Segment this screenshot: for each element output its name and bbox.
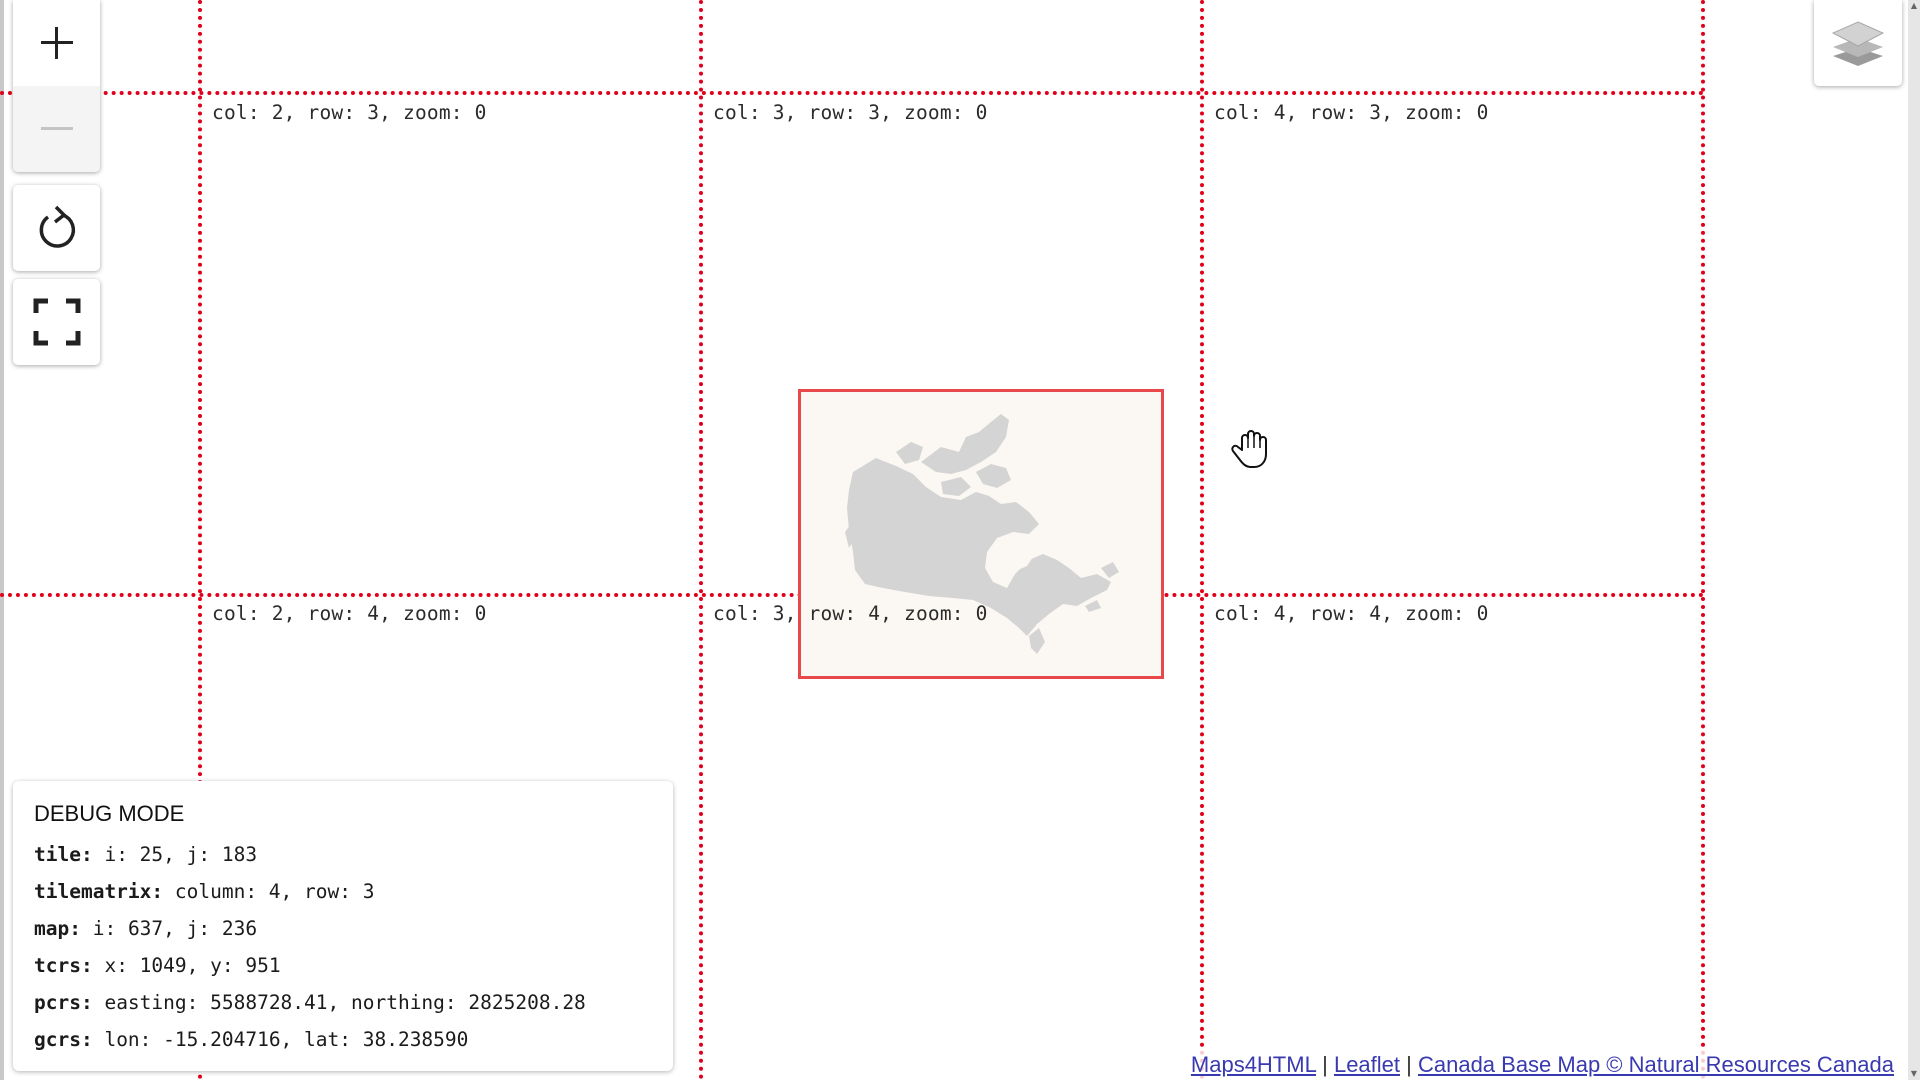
layers-icon (1831, 21, 1885, 66)
fullscreen-button[interactable] (13, 279, 100, 365)
hand-cursor-icon (1230, 428, 1270, 475)
debug-row-tile: tile: i: 25, j: 183 (34, 843, 257, 866)
minus-icon (40, 127, 73, 130)
debug-value: i: 637, j: 236 (92, 917, 258, 940)
tile-label: col: 3, row: 3, zoom: 0 (713, 101, 988, 124)
scrollbar[interactable]: ▲ ▼ (1908, 0, 1920, 1080)
debug-row-pcrs: pcrs: easting: 5588728.41, northing: 282… (34, 991, 586, 1014)
maps4html-link[interactable]: Maps4HTML (1191, 1052, 1316, 1077)
tile-grid-line (1200, 0, 1204, 1080)
plus-icon (40, 27, 73, 59)
left-edge (0, 0, 4, 1080)
reload-button[interactable] (13, 185, 100, 271)
zoom-in-button[interactable] (13, 0, 100, 87)
debug-key: gcrs: (34, 1028, 93, 1051)
tile-label: col: 3, row: 4, zoom: 0 (713, 602, 988, 625)
tile-label: col: 4, row: 4, zoom: 0 (1214, 602, 1489, 625)
tile-label: col: 2, row: 3, zoom: 0 (212, 101, 487, 124)
debug-value: column: 4, row: 3 (174, 880, 375, 903)
attribution-separator: | (1400, 1052, 1418, 1077)
debug-key: tilematrix: (34, 880, 164, 903)
canada-base-map-link[interactable]: Canada Base Map © Natural Resources Cana… (1418, 1052, 1894, 1077)
extent-preview (798, 389, 1164, 679)
debug-value: i: 25, j: 183 (104, 843, 258, 866)
fullscreen-icon (33, 298, 80, 346)
attribution-separator: | (1316, 1052, 1334, 1077)
debug-panel: DEBUG MODE tile: i: 25, j: 183 tilematri… (13, 781, 673, 1071)
debug-row-gcrs: gcrs: lon: -15.204716, lat: 38.238590 (34, 1028, 468, 1051)
zoom-out-button[interactable] (13, 86, 100, 172)
debug-value: easting: 5588728.41, northing: 2825208.2… (104, 991, 586, 1014)
debug-row-map: map: i: 637, j: 236 (34, 917, 257, 940)
reload-icon (39, 205, 75, 248)
debug-row-tilematrix: tilematrix: column: 4, row: 3 (34, 880, 374, 903)
tile-grid-line (1701, 0, 1705, 1080)
tile-label: col: 2, row: 4, zoom: 0 (212, 602, 487, 625)
map-viewport[interactable]: col: 2, row: 3, zoom: 0 col: 3, row: 3, … (0, 0, 1920, 1080)
scroll-down-arrow-icon[interactable]: ▼ (1908, 1068, 1920, 1080)
attribution: Maps4HTML | Leaflet | Canada Base Map © … (1186, 1050, 1898, 1080)
leaflet-link[interactable]: Leaflet (1334, 1052, 1400, 1077)
canada-land-shape (845, 414, 1119, 654)
tile-grid-line (699, 0, 703, 1080)
debug-key: pcrs: (34, 991, 93, 1014)
debug-key: tcrs: (34, 954, 93, 977)
tile-grid-line (0, 91, 1705, 95)
debug-row-tcrs: tcrs: x: 1049, y: 951 (34, 954, 281, 977)
debug-value: lon: -15.204716, lat: 38.238590 (104, 1028, 469, 1051)
debug-title: DEBUG MODE (34, 801, 185, 826)
zoom-control (13, 0, 100, 172)
debug-key: map: (34, 917, 81, 940)
layers-button[interactable] (1814, 0, 1902, 86)
scroll-up-arrow-icon[interactable]: ▲ (1908, 0, 1920, 12)
debug-value: x: 1049, y: 951 (104, 954, 281, 977)
debug-key: tile: (34, 843, 93, 866)
tile-label: col: 4, row: 3, zoom: 0 (1214, 101, 1489, 124)
